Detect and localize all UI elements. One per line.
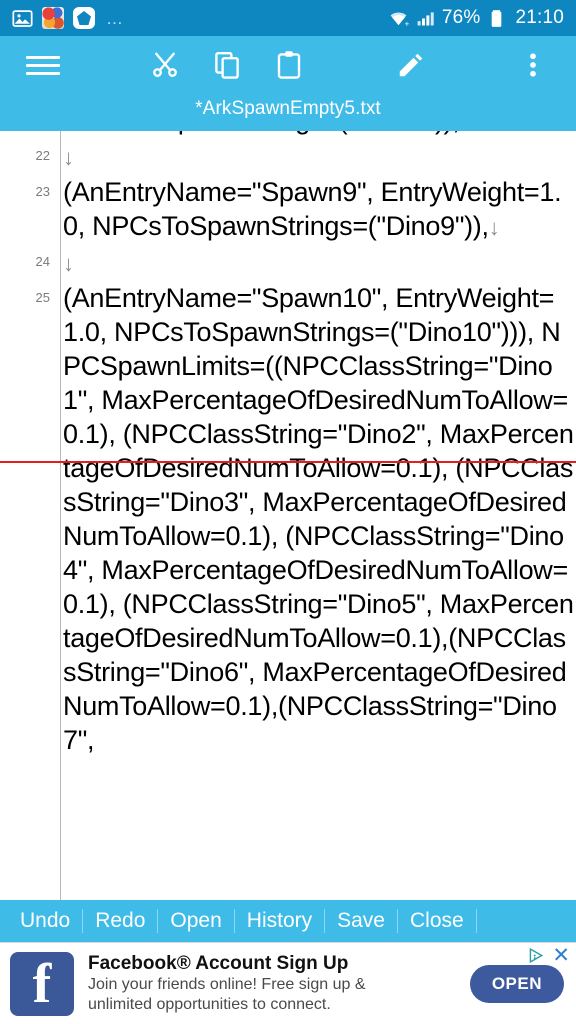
facebook-logo <box>10 951 74 1016</box>
status-bar: … + 76% 21:10 <box>0 0 576 36</box>
bottom-bar-separator <box>475 909 477 933</box>
line-break-icon: ↓ <box>63 145 74 170</box>
pencil-edit-icon <box>399 53 423 77</box>
battery-icon <box>492 9 502 27</box>
signal-bars-icon <box>417 11 434 25</box>
line-number: 22 <box>35 148 50 163</box>
page-title: *ArkSpawnEmpty5.txt <box>195 98 381 119</box>
line-number: 25 <box>35 290 50 305</box>
ad-open-button[interactable]: OPEN <box>469 964 564 1003</box>
game-app-icon <box>42 7 64 29</box>
hamburger-menu-icon <box>26 51 60 80</box>
status-bar-notifications: … <box>12 7 125 29</box>
bottom-bar-save-button[interactable]: Save <box>325 900 397 942</box>
ad-body-line-2: unlimited opportunities to connect. <box>88 995 331 1013</box>
copy-icon <box>215 51 239 79</box>
pentagon-app-icon <box>73 7 95 29</box>
editor-line[interactable]: 25 (AnEntryName="Spawn10", EntryWeight=1.… <box>0 281 576 757</box>
clock-label: 21:10 <box>515 7 564 28</box>
line-number: 24 <box>35 254 50 269</box>
line-text[interactable]: ↓ <box>60 245 576 281</box>
text-editor[interactable]: NPCsToSpawnStrings=("Dino8")),↓ 22 ↓ 23 (AnE… <box>0 131 576 900</box>
editor-line[interactable]: NPCsToSpawnStrings=("Dino8")),↓ <box>0 131 576 139</box>
app-toolbar: *ArkSpawnEmpty5.txt <box>0 36 576 131</box>
bottom-action-bar: Undo Redo Open History Save Close <box>0 900 576 942</box>
bottom-bar-undo-button[interactable]: Undo <box>8 900 82 942</box>
edit-button[interactable] <box>388 42 434 88</box>
battery-percent-label: 76% <box>441 7 481 28</box>
line-text[interactable]: NPCsToSpawnStrings=("Dino8")),↓ <box>60 131 576 139</box>
more-vertical-icon <box>530 53 536 77</box>
bottom-bar-redo-button[interactable]: Redo <box>83 900 157 942</box>
scissors-cut-icon <box>153 52 177 77</box>
svg-text:+: + <box>404 19 408 28</box>
editor-line[interactable]: 23 (AnEntryName="Spawn9", EntryWeight=1.0… <box>0 175 576 245</box>
ad-text-block: Facebook® Account Sign Up Join your frie… <box>74 953 470 1015</box>
overflow-menu-button[interactable] <box>510 42 556 88</box>
cut-button[interactable] <box>142 42 188 88</box>
toolbar-actions <box>0 36 576 94</box>
line-break-icon: ↓ <box>460 131 471 134</box>
ad-banner[interactable]: Facebook® Account Sign Up Join your frie… <box>0 942 576 1024</box>
bottom-bar-open-button[interactable]: Open <box>158 900 233 942</box>
editor-line[interactable]: 24 ↓ <box>0 245 576 281</box>
app-root: … + 76% 21:10 *ArkSpawnEmpty5.txt 22 ↓ 2… <box>0 0 576 1024</box>
paste-button[interactable] <box>266 42 312 88</box>
line-number: 23 <box>35 184 50 199</box>
clipboard-paste-icon <box>277 51 301 79</box>
line-text[interactable]: (AnEntryName="Spawn10", EntryWeight=1.0,… <box>60 281 576 757</box>
ad-corner-controls: ✕ <box>529 945 570 966</box>
line-break-icon: ↓ <box>63 251 74 276</box>
image-icon <box>12 9 33 27</box>
editor-rows: NPCsToSpawnStrings=("Dino8")),↓ 22 ↓ 23 (AnE… <box>0 131 576 757</box>
editor-line[interactable]: 22 ↓ <box>0 139 576 175</box>
copy-button[interactable] <box>204 42 250 88</box>
ad-body-line-1: Join your friends online! Free sign up & <box>88 975 366 993</box>
wifi-icon: + <box>390 12 409 28</box>
line-text[interactable]: (AnEntryName="Spawn9", EntryWeight=1.0, … <box>60 175 576 245</box>
cursor-line-marker <box>0 461 576 463</box>
line-text[interactable]: ↓ <box>60 139 576 175</box>
ad-close-icon[interactable]: ✕ <box>552 945 570 966</box>
ad-headline: Facebook® Account Sign Up <box>88 952 349 974</box>
adchoices-icon[interactable] <box>529 947 546 964</box>
bottom-bar-history-button[interactable]: History <box>235 900 324 942</box>
line-break-icon: ↓ <box>488 215 500 240</box>
status-bar-system: + 76% 21:10 <box>388 7 564 29</box>
bottom-bar-close-button[interactable]: Close <box>398 900 476 942</box>
menu-button[interactable] <box>20 42 66 88</box>
notification-overflow-icon: … <box>106 8 125 28</box>
